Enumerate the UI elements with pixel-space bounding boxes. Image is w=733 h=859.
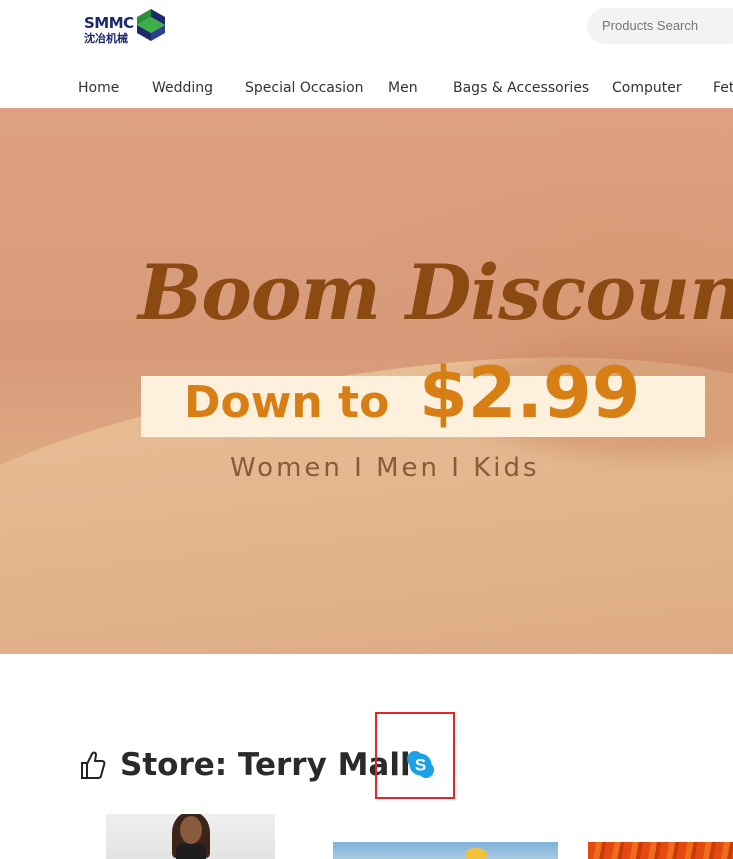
product-image-flower [465,848,487,859]
banner-categories: Women I Men I Kids [230,453,540,483]
skype-contact-button[interactable]: S [406,750,435,779]
thumbs-up-icon [81,751,106,779]
promo-banner[interactable]: Boom Discount Down to $2.99 Women I Men … [0,108,733,654]
promo-prefix: Down to [184,377,390,428]
product-thumbnail[interactable] [333,842,558,859]
promo-price: $2.99 [419,352,641,434]
nav-item-men[interactable]: Men [388,76,418,100]
product-image-dress [176,844,206,859]
product-thumbnail[interactable] [588,842,733,859]
product-image-face [180,816,202,844]
logo-subtitle: 沈冶机械 [84,32,128,45]
logo-mark-icon [137,9,165,41]
banner-headline: Boom Discount [138,248,733,337]
nav-item-fet[interactable]: Fet [713,76,733,100]
nav-item-special-occasion[interactable]: Special Occasion [245,76,364,100]
nav-item-home[interactable]: Home [78,76,119,100]
product-thumbnail[interactable] [106,814,275,859]
skype-icon: S [407,751,434,778]
site-logo[interactable]: SMMC 沈冶机械 [84,8,168,45]
store-title: Store: Terry Mall [120,747,411,783]
nav-item-wedding[interactable]: Wedding [152,76,213,100]
site-header: SMMC 沈冶机械 Home Wedding Special Occasion … [0,0,733,108]
products-search-input[interactable] [587,8,733,44]
nav-item-bags-accessories[interactable]: Bags & Accessories [453,76,589,100]
nav-item-computer[interactable]: Computer [612,76,682,100]
svg-text:S: S [415,756,426,775]
